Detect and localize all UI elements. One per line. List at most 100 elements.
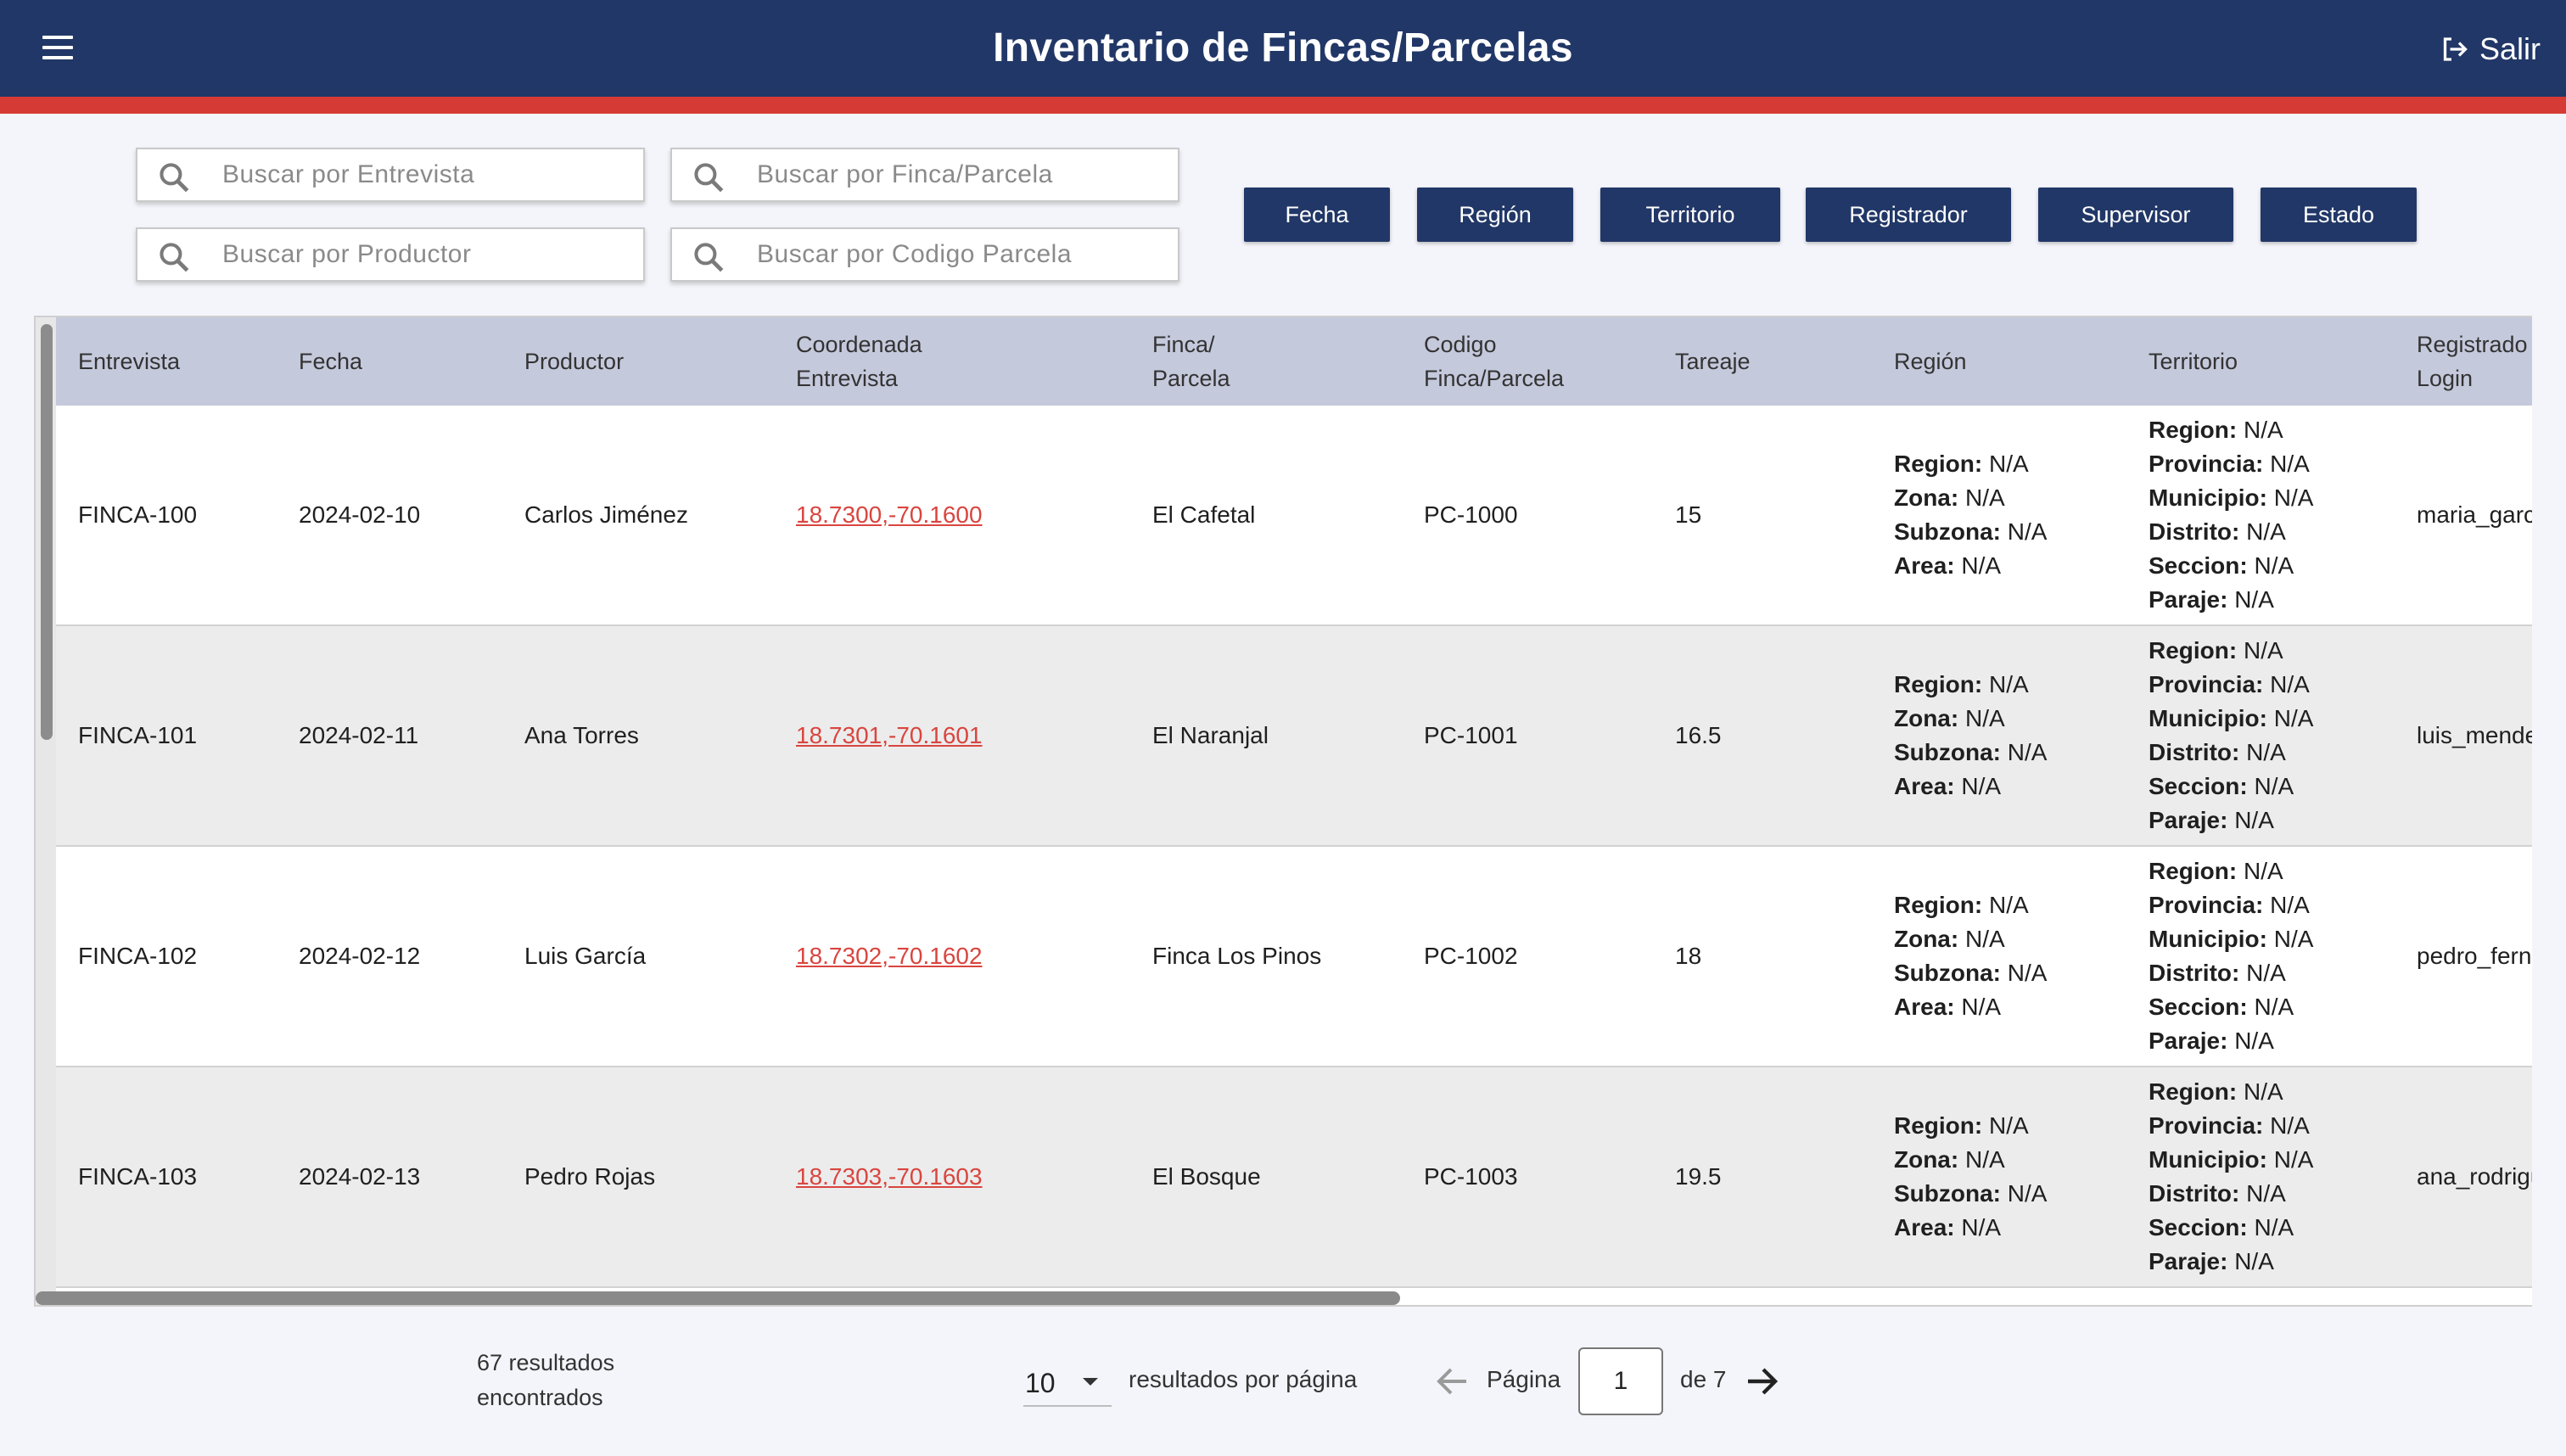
detail-line: Seccion: N/A [2149, 552, 2294, 579]
search-icon [160, 243, 189, 272]
detail-line: Zona: N/A [1894, 484, 2005, 511]
vertical-scrollbar[interactable] [36, 317, 56, 1305]
logout-label: Salir [2479, 31, 2541, 66]
search-finca-input[interactable] [757, 156, 1164, 193]
column-header[interactable]: Tareaje [1675, 317, 1751, 406]
detail-line: Distrito: N/A [2149, 518, 2286, 545]
filter-region-button[interactable]: Región [1417, 188, 1573, 242]
search-productor-input[interactable] [222, 236, 630, 273]
cell-codigo: PC-1003 [1424, 1163, 1518, 1190]
cell-login: maria_garcia [2417, 501, 2532, 528]
detail-line: Distrito: N/A [2149, 960, 2286, 986]
search-codigo-input[interactable] [757, 236, 1164, 273]
search-entrevista[interactable] [136, 148, 645, 202]
search-icon [694, 243, 724, 272]
coordinate-link[interactable]: 18.7301,-70.1601 [796, 722, 983, 749]
filter-registrador-button[interactable]: Registrador [1806, 188, 2011, 242]
detail-line: Region: N/A [2149, 858, 2283, 884]
next-page-arrow-icon[interactable] [1741, 1361, 1782, 1402]
table-row[interactable]: FINCA-102 2024-02-12 Luis García Finca Los … [36, 847, 2532, 1067]
vertical-scroll-thumb[interactable] [41, 324, 53, 740]
column-header[interactable]: Codigo Finca/Parcela [1424, 317, 1564, 406]
cell-productor: Ana Torres [524, 722, 639, 748]
search-productor[interactable] [136, 227, 645, 282]
cell-territorio: Region: N/A Provincia: N/A Municipio: N/A D… [2149, 406, 2313, 624]
table-row[interactable]: FINCA-100 2024-02-10 Carlos Jiménez El Cafe… [36, 406, 2532, 626]
filter-supervisor-button[interactable]: Supervisor [2038, 188, 2233, 242]
detail-line: Subzona: N/A [1894, 1180, 2048, 1207]
search-codigo[interactable] [670, 227, 1179, 282]
cell-productor: Carlos Jiménez [524, 501, 688, 528]
cell-region: Region: N/A Zona: N/A Subzona: N/A Area: N/… [1894, 1067, 2047, 1286]
filter-fecha-button[interactable]: Fecha [1244, 188, 1390, 242]
total-pages-label: de 7 [1680, 1366, 1727, 1392]
coordinate-link[interactable]: 18.7302,-70.1602 [796, 943, 983, 970]
cell-territorio: Region: N/A Provincia: N/A Municipio: N/A D… [2149, 626, 2313, 845]
cell-productor: Luis García [524, 943, 647, 969]
column-header[interactable]: Coordenada Entrevista [796, 317, 922, 406]
per-page-value: 10 [1025, 1368, 1056, 1398]
cell-productor: Pedro Rojas [524, 1163, 656, 1190]
search-entrevista-input[interactable] [222, 156, 630, 193]
cell-territorio: Region: N/A Provincia: N/A Municipio: N/A D… [2149, 1067, 2313, 1286]
column-header[interactable]: Finca/Parcela [1152, 317, 1230, 406]
cell-region: Region: N/A Zona: N/A Subzona: N/A Area: N/… [1894, 406, 2047, 624]
cell-entrevista: FINCA-100 [78, 501, 198, 528]
cell-tareaje: 18 [1675, 943, 1702, 969]
cell-territorio: Region: N/A Provincia: N/A Municipio: N/A D… [2149, 847, 2313, 1066]
detail-line: Area: N/A [1894, 994, 2002, 1020]
page-label: Página [1487, 1366, 1561, 1392]
column-header[interactable]: Fecha [299, 317, 362, 406]
cell-tareaje: 15 [1675, 501, 1702, 528]
cell-coordenada: 18.7302,-70.1602 [796, 847, 983, 1066]
detail-line: Region: N/A [2149, 417, 2283, 443]
search-finca[interactable] [670, 148, 1179, 202]
horizontal-scroll-thumb[interactable] [36, 1291, 1400, 1305]
column-header[interactable]: Productor [524, 317, 624, 406]
detail-line: Area: N/A [1894, 1214, 2002, 1240]
column-header[interactable]: Registrado Login [2417, 317, 2528, 406]
cell-entrevista: FINCA-103 [78, 1163, 198, 1190]
detail-line: Region: N/A [1894, 892, 2029, 918]
column-header[interactable]: Entrevista [78, 317, 180, 406]
filter-territorio-button[interactable]: Territorio [1600, 188, 1780, 242]
page-title: Inventario de Fincas/Parcelas [993, 25, 1573, 70]
logout-icon [2443, 37, 2468, 61]
cell-login: pedro_fernandez [2417, 943, 2532, 969]
detail-line: Distrito: N/A [2149, 739, 2286, 765]
logout-button[interactable]: Salir [2439, 25, 2541, 73]
filter-estado-button[interactable]: Estado [2261, 188, 2417, 242]
detail-line: Seccion: N/A [2149, 773, 2294, 799]
cell-coordenada: 18.7301,-70.1601 [796, 626, 983, 845]
detail-line: Subzona: N/A [1894, 960, 2048, 986]
cell-fecha: 2024-02-10 [299, 501, 421, 528]
column-header[interactable]: Región [1894, 317, 1967, 406]
coordinate-link[interactable]: 18.7300,-70.1600 [796, 501, 983, 529]
table-row[interactable]: FINCA-103 2024-02-13 Pedro Rojas El Bosque P… [36, 1067, 2532, 1288]
cell-codigo: PC-1002 [1424, 943, 1518, 969]
per-page-select[interactable]: 10 [1023, 1358, 1112, 1407]
coordinate-link[interactable]: 18.7303,-70.1603 [796, 1163, 983, 1190]
cell-finca: El Cafetal [1152, 501, 1256, 528]
per-page-label: resultados por página [1129, 1366, 1358, 1392]
detail-line: Provincia: N/A [2149, 451, 2310, 477]
detail-line: Region: N/A [2149, 1078, 2283, 1105]
detail-line: Municipio: N/A [2149, 1146, 2314, 1173]
table-row[interactable]: FINCA-101 2024-02-11 Ana Torres El Naranjal… [36, 626, 2532, 847]
cell-fecha: 2024-02-13 [299, 1163, 421, 1190]
detail-line: Region: N/A [1894, 671, 2029, 697]
cell-finca: Finca Los Pinos [1152, 943, 1322, 969]
prev-page-arrow-icon[interactable] [1432, 1361, 1473, 1402]
detail-line: Subzona: N/A [1894, 739, 2048, 765]
detail-line: Region: N/A [1894, 451, 2029, 477]
cell-login: luis_mendez [2417, 722, 2532, 748]
cell-codigo: PC-1000 [1424, 501, 1518, 528]
detail-line: Region: N/A [1894, 1112, 2029, 1139]
page-number-input[interactable] [1578, 1347, 1663, 1415]
cell-region: Region: N/A Zona: N/A Subzona: N/A Area: N/… [1894, 626, 2047, 845]
cell-tareaje: 16.5 [1675, 722, 1722, 748]
cell-entrevista: FINCA-101 [78, 722, 198, 748]
cell-entrevista: FINCA-102 [78, 943, 198, 969]
column-header[interactable]: Territorio [2149, 317, 2238, 406]
cell-coordenada: 18.7300,-70.1600 [796, 406, 983, 624]
